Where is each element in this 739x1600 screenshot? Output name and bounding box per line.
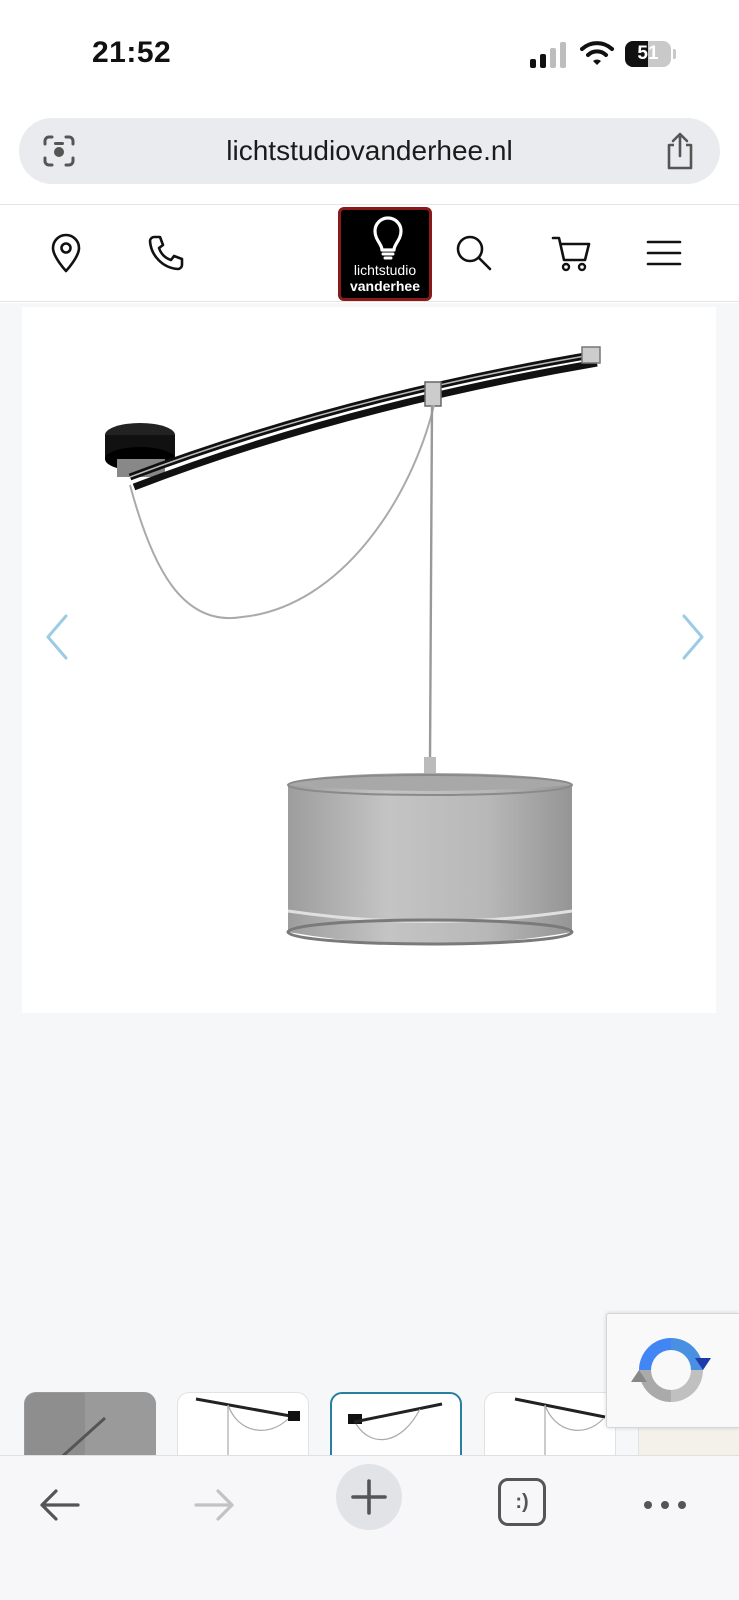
tab-switcher-icon[interactable]: :) <box>498 1478 546 1526</box>
status-bar: 21:52 51 <box>0 0 739 108</box>
status-time: 21:52 <box>92 36 172 69</box>
browser-toolbar: :) <box>0 1455 739 1600</box>
battery-level: 51 <box>637 43 659 64</box>
cellular-signal-icon <box>530 42 566 68</box>
url-text[interactable]: lichtstudiovanderhee.nl <box>19 118 720 184</box>
share-icon[interactable] <box>662 131 698 171</box>
product-gallery <box>0 303 739 1458</box>
forward-arrow-icon[interactable] <box>190 1480 240 1530</box>
visual-search-icon[interactable] <box>41 133 77 169</box>
thumbnail[interactable] <box>330 1392 462 1458</box>
hamburger-menu-icon[interactable] <box>642 231 686 275</box>
thumbnail[interactable] <box>177 1392 309 1458</box>
new-tab-button[interactable] <box>336 1464 402 1530</box>
chevron-right-icon[interactable] <box>676 612 710 662</box>
back-arrow-icon[interactable] <box>34 1480 84 1530</box>
address-bar[interactable]: lichtstudiovanderhee.nl <box>19 118 720 184</box>
site-logo[interactable]: lichtstudio vanderhee <box>338 207 432 301</box>
phone-icon[interactable] <box>144 231 188 275</box>
site-header: lichtstudio vanderhee <box>0 204 739 302</box>
more-dots-icon[interactable] <box>640 1480 690 1530</box>
search-icon[interactable] <box>452 231 496 275</box>
product-image[interactable] <box>22 307 716 1013</box>
thumbnail[interactable] <box>24 1392 156 1458</box>
new-tab-plus-icon <box>351 1479 387 1515</box>
cart-icon[interactable] <box>550 231 594 275</box>
thumbnail[interactable] <box>484 1392 616 1458</box>
battery-icon: 51 <box>625 41 677 67</box>
logo-text-line2: vanderhee <box>349 278 421 294</box>
tab-switcher-label: :) <box>515 1491 529 1513</box>
chevron-left-icon[interactable] <box>40 612 74 662</box>
wifi-icon <box>580 41 614 65</box>
recaptcha-icon <box>631 1338 711 1402</box>
logo-text-line1: lichtstudio <box>353 262 417 278</box>
recaptcha-badge[interactable] <box>606 1313 739 1428</box>
location-pin-icon[interactable] <box>44 231 88 275</box>
pendant-lamp-illustration <box>105 346 601 946</box>
lightbulb-icon <box>373 216 403 260</box>
